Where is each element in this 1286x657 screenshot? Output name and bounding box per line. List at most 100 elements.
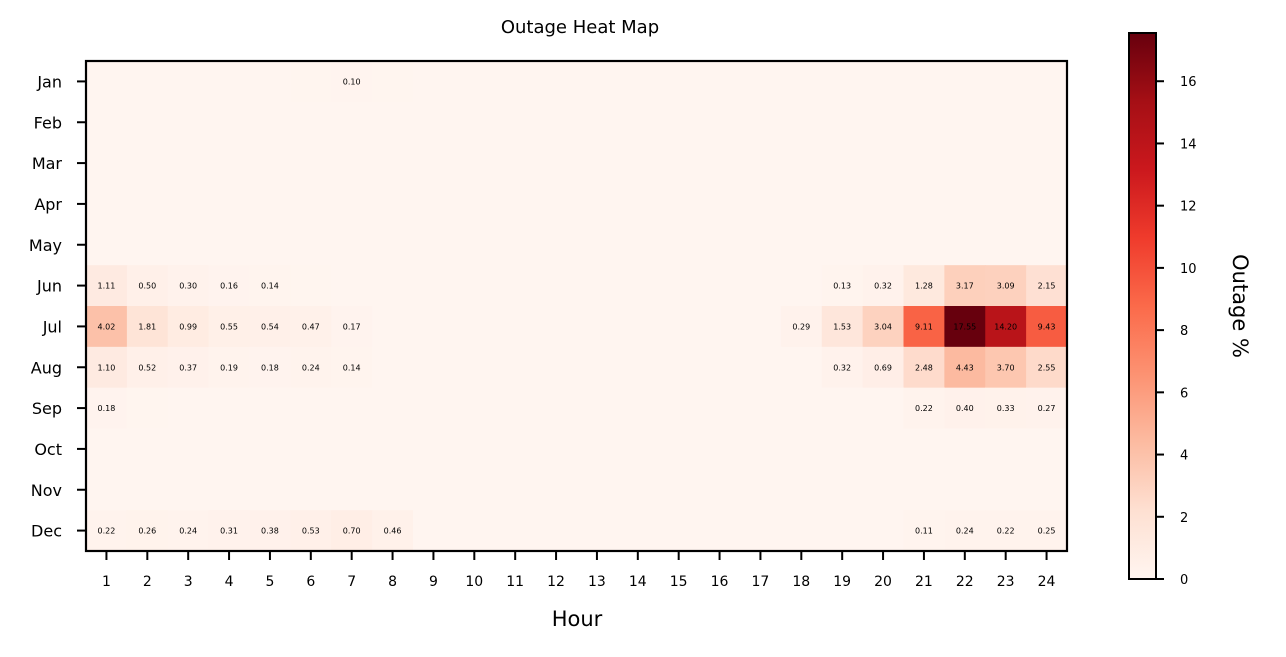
heatmap-cell <box>740 428 782 470</box>
heatmap-cell <box>535 346 578 389</box>
cell-value-label: 0.24 <box>956 527 974 536</box>
y-tick-label: Jun <box>36 277 62 296</box>
heatmap-cell <box>658 61 700 103</box>
heatmap-cell <box>985 101 1027 144</box>
colorbar-tick-label: 6 <box>1180 386 1188 401</box>
heatmap-cell <box>494 510 537 552</box>
heatmap-cell <box>494 306 537 348</box>
heatmap-cell <box>167 387 210 430</box>
cell-value-label: 1.81 <box>138 322 156 331</box>
x-tick-label: 18 <box>792 574 810 590</box>
x-tick-label: 1 <box>102 574 111 590</box>
cell-value-label: 1.53 <box>833 322 851 331</box>
cell-value-label: 0.70 <box>343 527 361 536</box>
heatmap-cell <box>903 61 945 103</box>
heatmap-cell <box>658 346 700 389</box>
heatmap-cell <box>208 387 251 430</box>
heatmap-cell <box>290 183 332 225</box>
heatmap-cell <box>617 387 659 430</box>
heatmap-cell <box>494 265 537 307</box>
y-tick-label: Mar <box>32 154 63 173</box>
cell-value-label: 0.32 <box>874 282 892 291</box>
cell-value-label: 3.70 <box>997 363 1015 372</box>
heatmap-cell <box>944 101 986 144</box>
heatmap-cell <box>413 306 455 348</box>
x-tick-label: 3 <box>184 574 193 590</box>
x-tick-label: 13 <box>588 574 606 590</box>
heatmap-cell <box>86 428 128 470</box>
cell-value-label: 0.17 <box>343 322 361 331</box>
heatmap-cell <box>413 61 455 103</box>
heatmap-cell <box>780 510 823 552</box>
heatmap-cell <box>453 469 496 511</box>
heatmap-cell <box>535 265 578 307</box>
heatmap-cell <box>494 101 537 144</box>
heatmap-cell <box>413 265 455 307</box>
heatmap-cell <box>249 224 291 266</box>
heatmap-cell <box>658 306 700 348</box>
heatmap-cell <box>821 387 864 430</box>
x-tick-label: 17 <box>752 574 770 590</box>
heatmap-cell <box>862 183 905 225</box>
colorbar-tick-label: 2 <box>1180 511 1188 526</box>
heatmap-cell <box>576 510 618 552</box>
heatmap-cell <box>290 265 332 307</box>
heatmap-cell <box>86 142 128 185</box>
heatmap-cell <box>944 469 986 511</box>
heatmap-cell <box>535 387 578 430</box>
heatmap-cell <box>208 61 251 103</box>
colorbar-tick-label: 14 <box>1180 137 1197 152</box>
heatmap-cell <box>821 469 864 511</box>
heatmap-cell <box>413 346 455 389</box>
heatmap-cell <box>290 387 332 430</box>
heatmap-cell <box>453 428 496 470</box>
y-tick-label: Sep <box>32 399 62 418</box>
cell-value-label: 17.55 <box>953 322 976 331</box>
heatmap-cell <box>944 224 986 266</box>
heatmap-cell <box>494 61 537 103</box>
heatmap-cell <box>453 142 496 185</box>
x-tick-label: 2 <box>143 574 152 590</box>
heatmap-cell <box>249 101 291 144</box>
heatmap-cell <box>535 510 578 552</box>
heatmap-cell <box>903 183 945 225</box>
heatmap-cell <box>699 346 741 389</box>
x-tick-label: 16 <box>711 574 729 590</box>
heatmap-cell <box>535 61 578 103</box>
cell-value-label: 0.14 <box>343 363 361 372</box>
heatmap-cell <box>331 101 373 144</box>
heatmap-cell <box>576 265 618 307</box>
x-tick-label: 7 <box>347 574 356 590</box>
cell-value-label: 0.69 <box>874 363 892 372</box>
heatmap-cell <box>821 142 864 185</box>
heatmap-cell <box>413 142 455 185</box>
heatmap-cell <box>126 224 169 266</box>
heatmap-cell <box>208 428 251 470</box>
heatmap-cell <box>617 61 659 103</box>
heatmap-cell <box>780 265 823 307</box>
cell-value-label: 0.19 <box>220 363 238 372</box>
cell-value-label: 4.43 <box>956 363 974 372</box>
heatmap-cell <box>331 469 373 511</box>
heatmap-cell <box>699 224 741 266</box>
heatmap-cell <box>821 61 864 103</box>
heatmap-cell <box>86 61 128 103</box>
heatmap-cell <box>740 306 782 348</box>
cell-value-label: 9.43 <box>1038 322 1056 331</box>
x-tick-label: 12 <box>547 574 565 590</box>
heatmap-cell <box>658 265 700 307</box>
heatmap-cell <box>1026 142 1068 185</box>
heatmap-cell <box>699 387 741 430</box>
heatmap-cell <box>126 101 169 144</box>
heatmap-cell <box>617 510 659 552</box>
heatmap-cell <box>249 469 291 511</box>
heatmap-cell <box>331 387 373 430</box>
heatmap-cell <box>740 510 782 552</box>
x-tick-label: 24 <box>1038 574 1056 590</box>
heatmap-cell <box>413 387 455 430</box>
heatmap-cell <box>821 510 864 552</box>
heatmap-cell <box>985 142 1027 185</box>
heatmap-cell <box>494 428 537 470</box>
heatmap-cell <box>740 387 782 430</box>
heatmap-cell <box>658 428 700 470</box>
